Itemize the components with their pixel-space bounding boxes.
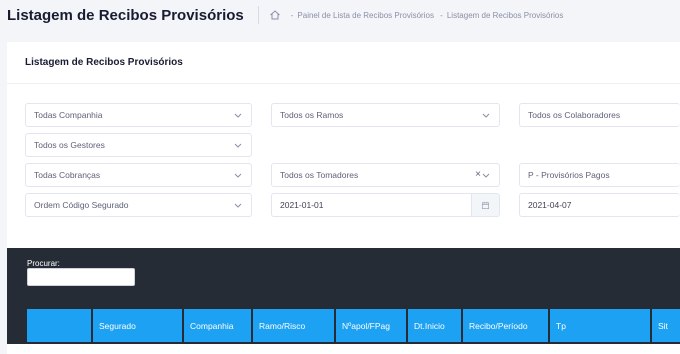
card-title: Listagem de Recibos Provisórios — [25, 57, 183, 68]
column-header-label: Segurado — [99, 320, 136, 331]
chevron-down-icon — [234, 143, 242, 148]
select-colaboradores[interactable]: Todos os Colaboradores — [519, 103, 680, 127]
date-end-value: 2021-04-07 — [528, 200, 572, 210]
select-tomadores-value: Todos os Tomadores — [280, 170, 359, 180]
select-gestores-value: Todos os Gestores — [34, 140, 105, 150]
date-start-field[interactable]: 2021-01-01 — [271, 193, 500, 217]
column-header-label: Nºapol/FPag — [342, 320, 390, 331]
chevron-down-icon — [482, 113, 490, 118]
breadcrumb: - Painel de Lista de Recibos Provisórios … — [290, 10, 564, 20]
column-header-tp[interactable]: Tp — [550, 309, 650, 342]
select-ramos-value: Todos os Ramos — [280, 110, 344, 120]
select-gestores[interactable]: Todos os Gestores — [25, 133, 252, 157]
calendar-icon[interactable] — [471, 194, 499, 216]
column-header-label: Tp — [556, 320, 566, 331]
search-label: Procurar: — [27, 259, 60, 268]
home-icon[interactable] — [269, 9, 281, 21]
chevron-down-icon — [234, 113, 242, 118]
select-ordem[interactable]: Ordem Código Segurado — [25, 193, 252, 217]
select-colaboradores-value: Todos os Colaboradores — [528, 110, 621, 120]
top-bar: Listagem de Recibos Provisórios - Painel … — [0, 0, 680, 30]
breadcrumb-item-listagem[interactable]: Listagem de Recibos Provisórios — [447, 11, 564, 20]
column-header-select[interactable] — [27, 309, 91, 342]
select-estado[interactable]: P - Provisórios Pagos — [519, 163, 680, 187]
select-cobrancas-value: Todas Cobranças — [34, 170, 101, 180]
table-body-edge — [7, 344, 680, 354]
column-header-sit[interactable]: Sit — [652, 309, 680, 342]
select-ordem-value: Ordem Código Segurado — [34, 200, 129, 210]
select-companhia-value: Todas Companhia — [34, 110, 103, 120]
date-start-value: 2021-01-01 — [280, 200, 324, 210]
page-title: Listagem de Recibos Provisórios — [7, 6, 244, 24]
column-header-ramo-risco[interactable]: Ramo/Risco — [253, 309, 334, 342]
select-tomadores[interactable]: Todos os Tomadores × — [271, 163, 500, 187]
chevron-down-icon — [482, 173, 490, 178]
column-header-label: Recibo/Período — [469, 320, 528, 331]
column-header-label: Companhia — [190, 320, 234, 331]
column-header-label: Ramo/Risco — [259, 320, 306, 331]
chevron-down-icon — [234, 203, 242, 208]
card-header: Listagem de Recibos Provisórios — [7, 42, 680, 84]
column-header-dt-inicio[interactable]: Dt.Inicio — [408, 309, 461, 342]
column-header-napol-fpag[interactable]: Nºapol/FPag — [336, 309, 406, 342]
chevron-down-icon — [234, 173, 242, 178]
breadcrumb-item-painel[interactable]: Painel de Lista de Recibos Provisórios — [297, 11, 434, 20]
date-end-field[interactable]: 2021-04-07 — [519, 193, 680, 217]
select-companhia[interactable]: Todas Companhia — [25, 103, 252, 127]
column-header-label: Sit — [658, 320, 668, 331]
column-header-label: Dt.Inicio — [414, 320, 445, 331]
column-header-recibo-periodo[interactable]: Recibo/Período — [463, 309, 548, 342]
select-ramos[interactable]: Todos os Ramos — [271, 103, 500, 127]
select-estado-value: P - Provisórios Pagos — [528, 170, 610, 180]
title-separator — [257, 6, 259, 24]
search-input[interactable] — [27, 268, 135, 286]
column-header-companhia[interactable]: Companhia — [184, 309, 251, 342]
column-header-segurado[interactable]: Segurado — [93, 309, 182, 342]
select-cobrancas[interactable]: Todas Cobranças — [25, 163, 252, 187]
